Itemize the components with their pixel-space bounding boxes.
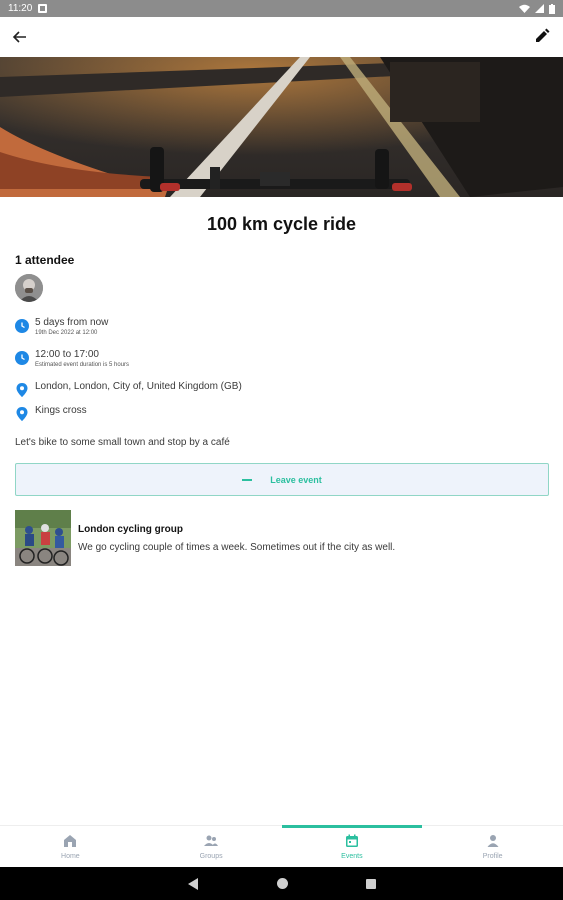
event-place: Kings cross [35, 405, 87, 416]
minus-icon [242, 478, 253, 481]
group-name: London cycling group [78, 524, 183, 535]
notification-icon [38, 4, 48, 13]
bottom-navigation: Home Groups Events Profile [0, 825, 563, 867]
event-time-range: 12:00 to 17:00 [35, 349, 99, 360]
edit-pencil-icon[interactable] [533, 27, 551, 45]
nav-groups-label: Groups [199, 853, 223, 860]
location-pin-icon [16, 407, 28, 421]
event-duration: Estimated event duration is 5 hours [35, 362, 130, 368]
group-description: We go cycling couple of times a week. So… [78, 542, 396, 553]
calendar-icon [345, 834, 358, 847]
signal-icon [535, 4, 544, 13]
status-time: 11:20 [8, 3, 33, 14]
leave-event-label: Leave event [270, 474, 322, 485]
event-title: 100 km cycle ride [206, 214, 357, 234]
group-thumbnail [15, 510, 71, 566]
home-icon [64, 835, 77, 847]
event-description: Let's bike to some small town and stop b… [15, 437, 230, 448]
event-time-row: 12:00 to 17:00 Estimated event duration … [15, 349, 129, 368]
event-date-row: 5 days from now 19th Dec 2022 at 12:00 [15, 317, 108, 336]
wifi-icon [519, 4, 530, 13]
nav-home-label: Home [61, 853, 80, 860]
groups-icon [204, 835, 219, 846]
location-pin-icon [16, 383, 28, 397]
event-location: London, London, City of, United Kingdom … [35, 381, 242, 392]
back-arrow-icon[interactable] [10, 27, 30, 47]
event-cover-image [0, 57, 563, 197]
person-icon [487, 835, 499, 847]
system-recents-icon[interactable] [365, 878, 376, 889]
attendee-avatar[interactable] [15, 274, 43, 302]
event-exact-date: 19th Dec 2022 at 12:00 [35, 330, 98, 336]
group-card[interactable]: London cycling group We go cycling coupl… [15, 510, 549, 568]
top-app-bar [0, 17, 563, 57]
nav-profile[interactable]: Profile [422, 826, 563, 867]
nav-groups[interactable]: Groups [141, 826, 282, 867]
nav-events[interactable]: Events [281, 825, 423, 867]
event-location-row: London, London, City of, United Kingdom … [15, 381, 242, 397]
system-back-icon[interactable] [187, 877, 199, 890]
battery-icon [549, 3, 555, 14]
attendees-count: 1 attendee [15, 253, 75, 267]
clock-icon [15, 319, 29, 333]
event-relative-date: 5 days from now [35, 317, 109, 328]
clock-icon [15, 351, 29, 365]
active-tab-indicator [281, 825, 423, 828]
nav-events-label: Events [341, 853, 363, 860]
nav-profile-label: Profile [482, 853, 503, 860]
leave-event-button[interactable]: Leave event [15, 463, 549, 496]
system-navigation-bar [0, 867, 563, 900]
nav-home[interactable]: Home [0, 826, 141, 867]
event-place-row: Kings cross [15, 405, 87, 421]
system-home-icon[interactable] [276, 878, 288, 889]
status-bar: 11:20 [0, 0, 563, 17]
